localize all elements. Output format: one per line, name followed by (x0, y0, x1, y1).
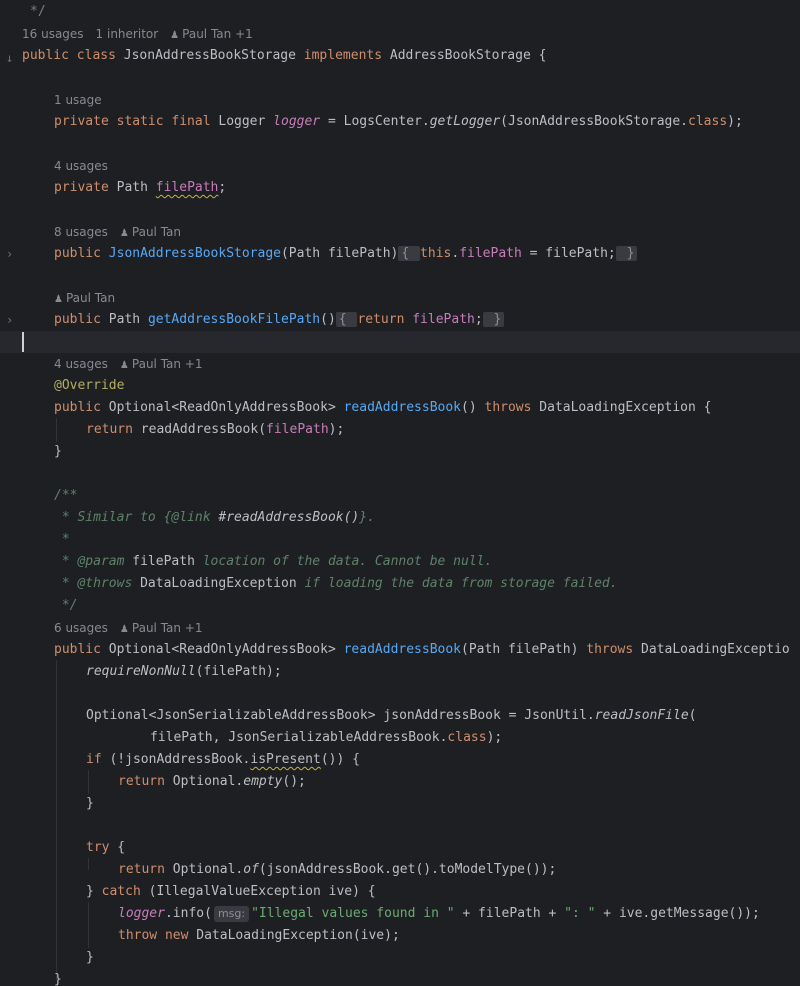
throw-statement: throw new DataLoadingException(ive); (118, 928, 400, 943)
inlay-hint-line: 6 usages ♟ Paul Tan +1 (0, 617, 800, 639)
text-caret (22, 332, 24, 352)
author-icon: ♟ (119, 228, 129, 239)
code-line: private static final Logger logger = Log… (0, 111, 800, 133)
code-vision-hint[interactable]: 16 usages 1 inheritor ♟ Paul Tan +1 (22, 23, 253, 45)
code-line: private Path filePath; (0, 177, 800, 199)
code-vision-hint[interactable]: 8 usages ♟ Paul Tan (54, 221, 181, 243)
code-line: * Similar to {@link #readAddressBook()}. (0, 507, 800, 529)
author-icon: ♟ (119, 624, 129, 635)
author-hint[interactable]: Paul Tan +1 (132, 357, 203, 371)
continuation-line: filePath, JsonSerializableAddressBook.cl… (150, 730, 503, 745)
code-line: return Optional.empty(); (0, 771, 800, 793)
code-line: } (0, 441, 800, 463)
code-line: } (0, 947, 800, 969)
code-line: throw new DataLoadingException(ive); (0, 925, 800, 947)
method-declaration: public Optional<ReadOnlyAddressBook> rea… (54, 400, 712, 415)
constructor-declaration: public JsonAddressBookStorage(Path fileP… (54, 243, 638, 265)
code-line: /** (0, 485, 800, 507)
usages-hint[interactable]: 4 usages (54, 155, 108, 177)
code-line: } catch (IllegalValueException ive) { (0, 881, 800, 903)
author-hint[interactable]: Paul Tan +1 (182, 27, 253, 41)
catch-clause: } catch (IllegalValueException ive) { (86, 884, 376, 899)
folded-region[interactable]: } (615, 246, 638, 261)
code-line: filePath, JsonSerializableAddressBook.cl… (0, 727, 800, 749)
inlay-hint-line: 4 usages (0, 155, 800, 177)
usages-hint[interactable]: 8 usages (54, 225, 108, 239)
code-line: public Optional<ReadOnlyAddressBook> rea… (0, 397, 800, 419)
code-line: */ (0, 1, 800, 23)
closing-brace: } (86, 950, 94, 965)
class-name: JsonAddressBookStorage (123, 48, 296, 63)
method-declaration: public Optional<ReadOnlyAddressBook> rea… (54, 642, 790, 657)
folded-region[interactable]: { (398, 246, 421, 261)
code-editor[interactable]: ↓ › › */ 16 usages 1 inheritor ♟ Paul Tan +… (0, 0, 800, 986)
logger-call: logger.info(msg: "Illegal values found in… (118, 906, 760, 922)
return-statement: return Optional.of(jsonAddressBook.get()… (118, 862, 557, 877)
inlay-hint-line: 8 usages ♟ Paul Tan (0, 221, 800, 243)
code-line: */ (0, 595, 800, 617)
inlay-hint-line: 4 usages ♟ Paul Tan +1 (0, 353, 800, 375)
if-statement: if (!jsonAddressBook.isPresent()) { (86, 752, 360, 767)
usages-hint[interactable]: 1 usage (54, 89, 102, 111)
code-line: * (0, 529, 800, 551)
override-annotation: @Override (54, 378, 125, 393)
author-icon: ♟ (170, 30, 180, 41)
code-line: } (0, 793, 800, 815)
code-line: public JsonAddressBookStorage(Path fileP… (0, 243, 800, 265)
filepath-field: private Path filePath; (54, 180, 227, 195)
inlay-hint-line: ♟ Paul Tan (0, 287, 800, 309)
javadoc-line: * (54, 532, 70, 547)
usages-hint[interactable]: 16 usages (22, 27, 84, 41)
code-line: } (0, 969, 800, 986)
code-line: public Path getAddressBookFilePath(){ re… (0, 309, 800, 331)
return-statement: return readAddressBook(filePath); (86, 422, 345, 437)
try-statement: try { (86, 840, 126, 855)
logger-field: private static final Logger logger = Log… (54, 114, 743, 129)
closing-brace: } (54, 444, 62, 459)
return-statement: return Optional.empty(); (118, 774, 306, 789)
variable-declaration: Optional<JsonSerializableAddressBook> js… (86, 708, 697, 723)
code-line: requireNonNull(filePath); (0, 661, 800, 683)
require-statement: requireNonNull(filePath); (86, 664, 282, 679)
code-line: public Optional<ReadOnlyAddressBook> rea… (0, 639, 800, 661)
closing-brace: } (54, 972, 62, 986)
class-declaration: public class JsonAddressBookStorage impl… (22, 48, 547, 63)
code-vision-hint[interactable]: 6 usages ♟ Paul Tan +1 (54, 617, 203, 639)
code-line: Optional<JsonSerializableAddressBook> js… (0, 705, 800, 727)
code-vision-hint[interactable]: ♟ Paul Tan (54, 287, 115, 309)
javadoc-close: */ (54, 598, 78, 613)
closing-brace: } (86, 796, 94, 811)
code-line: @Override (0, 375, 800, 397)
javadoc-link[interactable]: #readAddressBook() (218, 510, 359, 525)
author-hint[interactable]: Paul Tan (132, 225, 181, 239)
inlay-hint-line: 1 usage (0, 89, 800, 111)
code-line: return readAddressBook(filePath); (0, 419, 800, 441)
parameter-name-hint: msg: (213, 906, 250, 922)
code-line: return Optional.of(jsonAddressBook.get()… (0, 859, 800, 881)
author-hint[interactable]: Paul Tan +1 (132, 621, 203, 635)
usages-hint[interactable]: 6 usages (54, 621, 108, 635)
inlay-hint-line: 16 usages 1 inheritor ♟ Paul Tan +1 (0, 23, 800, 45)
comment-end: */ (30, 4, 46, 19)
javadoc-line: * Similar to {@link #readAddressBook()}. (54, 510, 375, 525)
author-icon: ♟ (119, 360, 129, 371)
folded-region[interactable]: } (482, 312, 505, 327)
usages-hint[interactable]: 4 usages (54, 357, 108, 371)
code-line: public class JsonAddressBookStorage impl… (0, 45, 800, 67)
code-line: if (!jsonAddressBook.isPresent()) { (0, 749, 800, 771)
javadoc-throws-line: * @throws DataLoadingException if loadin… (54, 576, 618, 591)
code-vision-hint[interactable]: 4 usages ♟ Paul Tan +1 (54, 353, 203, 375)
javadoc-open: /** (54, 488, 78, 503)
code-line: * @param filePath location of the data. … (0, 551, 800, 573)
author-hint[interactable]: Paul Tan (66, 291, 115, 305)
current-line[interactable] (0, 331, 800, 353)
javadoc-param-line: * @param filePath location of the data. … (54, 554, 493, 569)
inheritors-hint[interactable]: 1 inheritor (96, 27, 159, 41)
author-icon: ♟ (54, 294, 63, 305)
code-line: try { (0, 837, 800, 859)
getter-declaration: public Path getAddressBookFilePath(){ re… (54, 309, 505, 331)
code-line: logger.info(msg: "Illegal values found in… (0, 903, 800, 925)
code-line: * @throws DataLoadingException if loadin… (0, 573, 800, 595)
folded-region[interactable]: { (335, 312, 358, 327)
